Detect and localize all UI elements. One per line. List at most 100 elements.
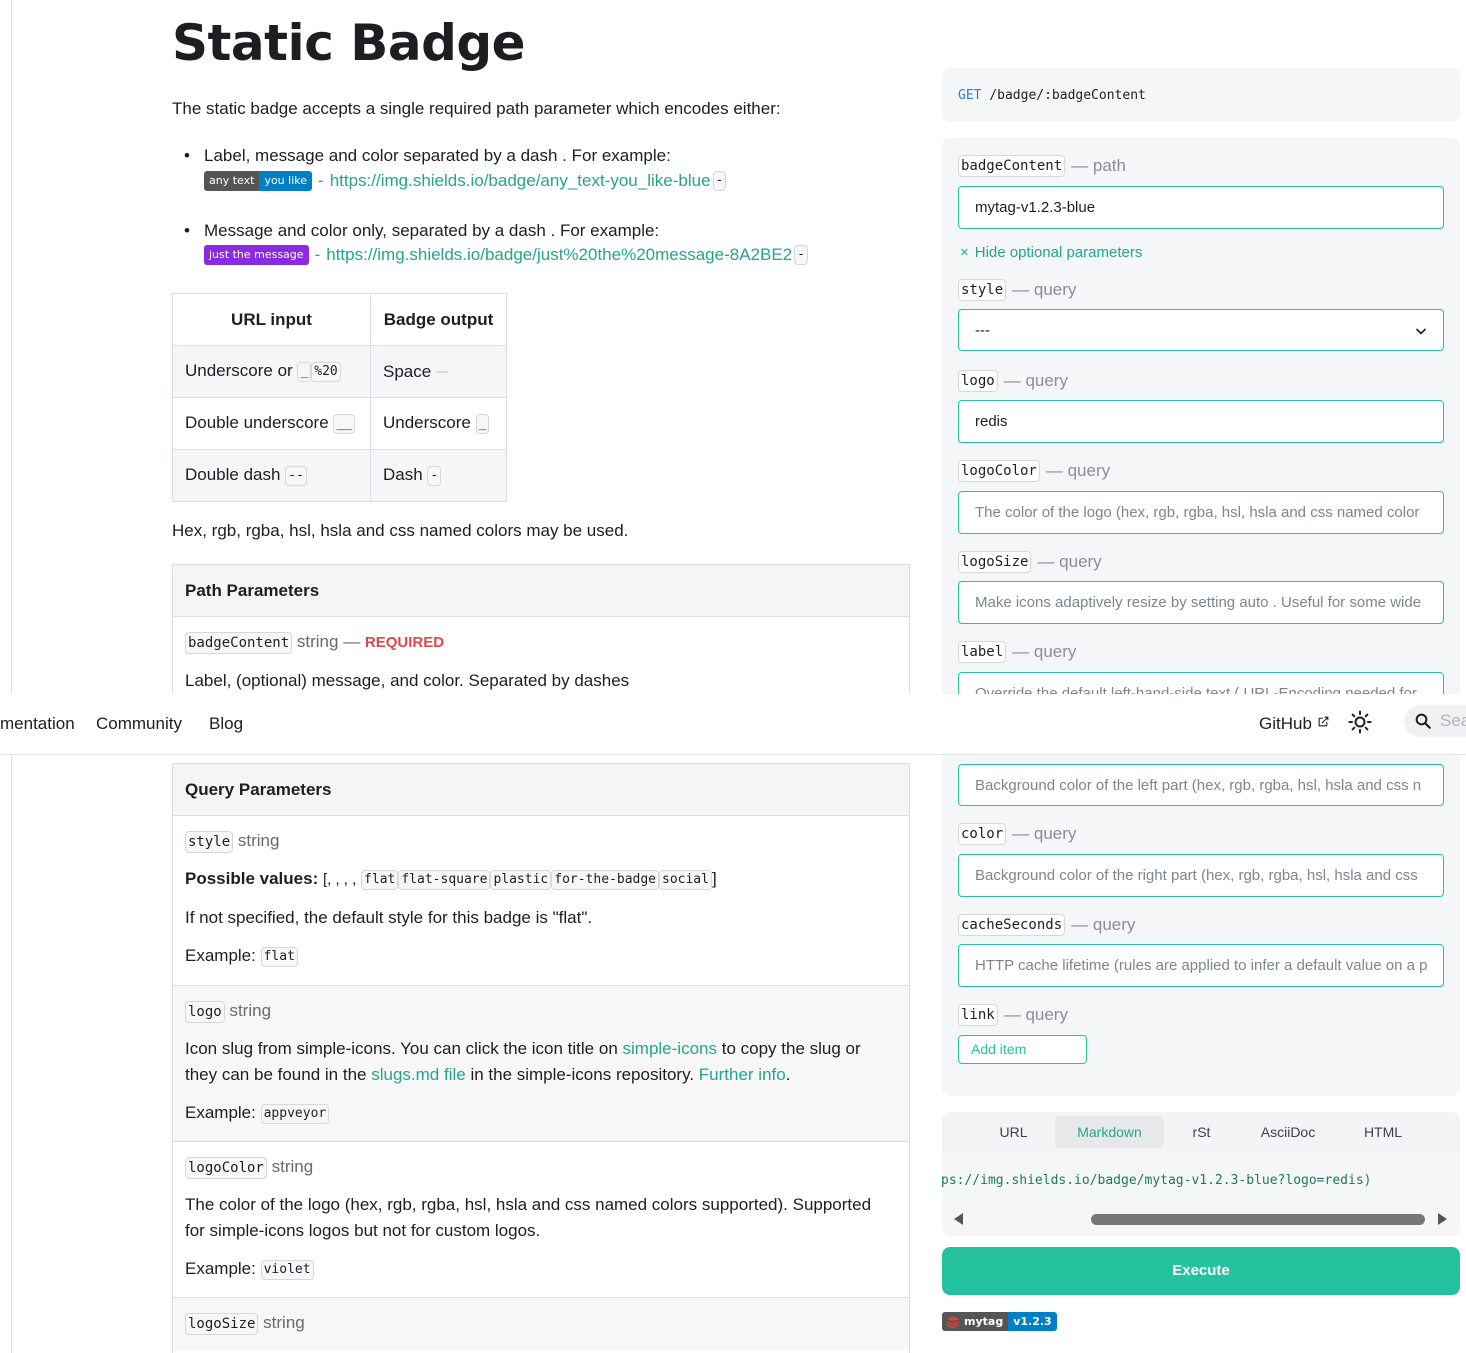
field-kind: — query <box>1003 371 1068 390</box>
dash-chip: - <box>794 245 808 265</box>
field-label: logoSize — query <box>958 551 1102 573</box>
field-label: color — query <box>958 823 1076 845</box>
period: . <box>785 1065 791 1084</box>
style-value-chip: for-the-badge <box>551 869 659 890</box>
field-name: badgeContent <box>958 155 1066 177</box>
style-value-chip: plastic <box>490 869 552 890</box>
nav-community[interactable]: Community <box>96 714 182 734</box>
search-input[interactable]: Sea <box>1404 705 1466 737</box>
sidebar-divider <box>11 0 12 1353</box>
field-name: logoSize <box>958 551 1032 573</box>
slugs-file-link[interactable]: slugs.md file <box>371 1065 465 1084</box>
color-input[interactable]: Background color of the right part (hex,… <box>958 854 1444 897</box>
top-navbar: mentation Community Blog GitHub Sea <box>0 694 1466 755</box>
logo-input[interactable]: redis <box>958 400 1444 443</box>
nav-blog[interactable]: Blog <box>209 714 243 734</box>
example-label: Example: <box>185 1103 256 1122</box>
nav-github-label: GitHub <box>1259 714 1312 733</box>
style-value-chip: social <box>659 869 712 890</box>
param-description: in the simple-icons repository. <box>470 1065 695 1084</box>
param-type: string <box>296 632 339 651</box>
snippet-tabs: URL Markdown rSt AsciiDoc HTML <box>942 1112 1460 1152</box>
code-chip: __ <box>333 413 356 434</box>
param-logocolor: logoColor string The color of the logo (… <box>173 1142 909 1298</box>
tab-asciidoc[interactable]: AsciiDoc <box>1243 1116 1333 1148</box>
url-encoding-table: URL input Badge output Underscore or _ %2… <box>172 293 507 502</box>
tab-url[interactable]: URL <box>966 1116 1061 1148</box>
colors-note: Hex, rgb, rgba, hsl, hsla and css named … <box>172 521 629 540</box>
param-description: The color of the logo (hex, rgb, rgba, h… <box>185 1195 872 1214</box>
field-kind: — query <box>1037 552 1102 571</box>
simple-icons-link[interactable]: simple-icons <box>623 1039 717 1058</box>
table-cell: Double underscore <box>185 413 329 433</box>
add-item-button[interactable]: Add item <box>958 1035 1087 1064</box>
field-label: link — query <box>958 1004 1068 1026</box>
theme-toggle-sun-icon[interactable] <box>1348 710 1372 734</box>
nav-github[interactable]: GitHub <box>1259 714 1330 734</box>
table-row: Underscore or _ %20 Space <box>172 345 507 398</box>
result-badge-message: v1.2.3 <box>1008 1312 1057 1331</box>
field-label: badgeContent — path <box>958 155 1126 177</box>
section-heading: Query Parameters <box>173 764 909 816</box>
tab-rst[interactable]: rSt <box>1164 1116 1239 1148</box>
example-badge-1: any text you like <box>204 171 313 191</box>
example-chip: appveyor <box>260 1103 330 1124</box>
code-chip: %20 <box>311 361 341 382</box>
possible-values-label: Possible values: <box>185 869 319 888</box>
style-select[interactable]: --- <box>958 309 1444 351</box>
search-icon <box>1415 713 1431 729</box>
scrollbar-thumb[interactable] <box>1091 1214 1425 1225</box>
badge-message: just the message <box>204 245 309 265</box>
example-url-2-link[interactable]: https://img.shields.io/badge/just%20the%… <box>326 245 792 265</box>
field-name: logoColor <box>958 460 1040 482</box>
external-link-icon <box>1318 716 1329 727</box>
horizontal-scrollbar[interactable] <box>942 1210 1460 1228</box>
code-chip: _ <box>475 413 490 434</box>
param-style: style string Possible values: [, , , , f… <box>173 816 909 986</box>
nav-documentation[interactable]: mentation <box>0 714 75 734</box>
example-label: Example: <box>185 946 256 965</box>
param-type: string <box>263 1313 305 1332</box>
endpoint-box: GET /badge/:badgeContent <box>942 68 1460 122</box>
style-value-chip: flat <box>361 869 399 890</box>
search-placeholder: Sea <box>1440 711 1466 730</box>
tab-markdown[interactable]: Markdown <box>1055 1116 1164 1148</box>
hide-optional-toggle[interactable]: × Hide optional parameters <box>960 244 1142 261</box>
bullet-1-text: Label, message and color separated by a … <box>204 146 671 165</box>
param-type: string <box>271 1157 314 1176</box>
logocolor-input[interactable]: The color of the logo (hex, rgb, rgba, h… <box>958 491 1444 534</box>
cacheseconds-input[interactable]: HTTP cache lifetime (rules are applied t… <box>958 944 1444 987</box>
scroll-left-icon[interactable] <box>954 1213 964 1225</box>
further-info-link[interactable]: Further info <box>699 1065 786 1084</box>
http-method: GET <box>958 88 982 103</box>
section-heading: Path Parameters <box>173 565 909 617</box>
table-cell: Double dash <box>185 465 281 485</box>
tab-html[interactable]: HTML <box>1340 1116 1426 1148</box>
field-name: logo <box>958 370 998 392</box>
table-row: Double underscore __ Underscore _ <box>172 397 507 450</box>
page-title: Static Badge <box>172 14 526 72</box>
separator: — <box>338 632 365 651</box>
result-badge: mytag v1.2.3 <box>942 1312 1057 1333</box>
param-type: string <box>229 1001 272 1020</box>
param-logosize: logoSize string <box>173 1298 909 1350</box>
table-cell: Underscore or <box>185 361 293 381</box>
snippet-code-block: ps://img.shields.io/badge/mytag-v1.2.3-b… <box>942 1152 1460 1236</box>
example-url-1-link[interactable]: https://img.shields.io/badge/any_text-yo… <box>330 171 711 191</box>
logosize-input[interactable]: Make icons adaptively resize by setting … <box>958 581 1444 624</box>
execute-button[interactable]: Execute <box>942 1247 1460 1295</box>
table-header: Badge output <box>370 293 507 346</box>
param-type: string <box>237 831 280 850</box>
example-badge-2: just the message <box>204 245 309 265</box>
scroll-right-icon[interactable] <box>1437 1213 1447 1225</box>
field-label: style — query <box>958 279 1076 301</box>
param-description: to copy the slug or <box>721 1039 861 1058</box>
example-label: Example: <box>185 1259 256 1278</box>
param-name: logoSize <box>185 1312 259 1335</box>
param-description: Icon slug from simple-icons. You can cli… <box>185 1039 618 1058</box>
field-name: cacheSeconds <box>958 914 1066 936</box>
param-description: for simple-icons logos but not for custo… <box>185 1221 541 1240</box>
table-cell: Underscore <box>383 413 471 433</box>
badgecontent-input[interactable]: mytag-v1.2.3-blue <box>958 186 1444 229</box>
labelcolor-input[interactable]: Background color of the left part (hex, … <box>958 764 1444 806</box>
